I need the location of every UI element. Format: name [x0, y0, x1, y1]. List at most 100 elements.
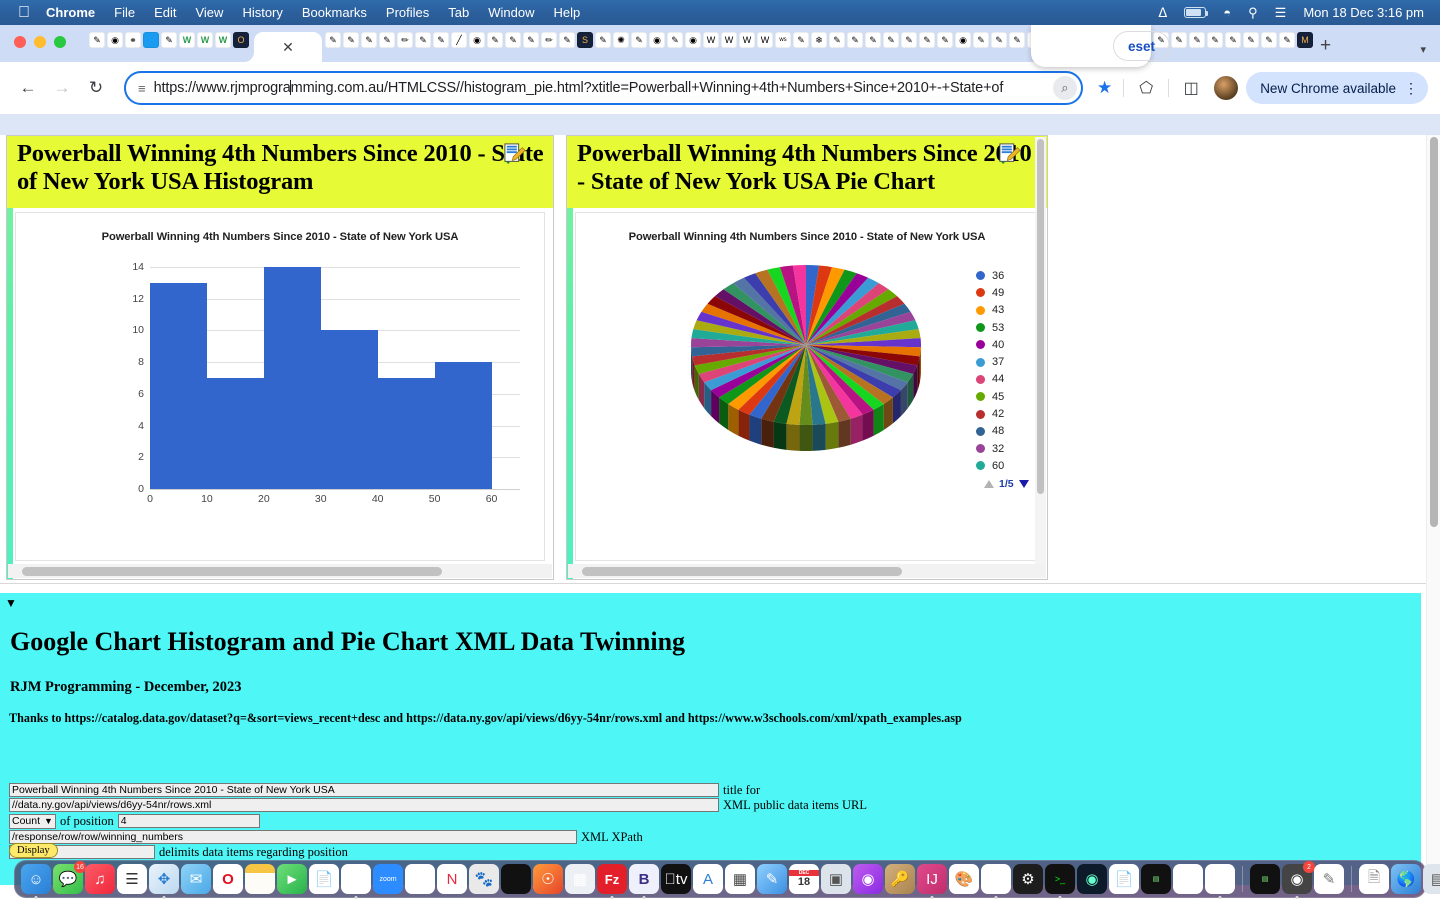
legend-item[interactable]: 49 — [976, 284, 1004, 301]
dock-calendar-icon[interactable]: DEC 18 — [789, 864, 819, 894]
tab-favicon[interactable]: W — [739, 32, 755, 48]
menu-item-bookmarks[interactable]: Bookmarks — [302, 5, 367, 20]
pinned-tabs-group[interactable]: ✎ ◉ ⚭ ✎ W W W O — [88, 25, 250, 62]
legend-prev-icon[interactable] — [984, 480, 994, 488]
tab-favicon[interactable]: ◉ — [469, 32, 485, 48]
tab-search-button[interactable]: ▾ — [1420, 43, 1426, 56]
tab-favicon[interactable]: ◉ — [107, 32, 123, 48]
dock-keychain-icon[interactable]: 🔑 — [885, 864, 915, 894]
tab-favicon[interactable]: ✎ — [1261, 32, 1277, 48]
dock-terminal-icon[interactable] — [501, 864, 531, 894]
histogram-bar[interactable] — [434, 362, 492, 489]
tab-favicon[interactable]: ✏ — [541, 32, 557, 48]
menu-item-help[interactable]: Help — [554, 5, 581, 20]
dock-firefox-icon[interactable]: ☉ — [533, 864, 563, 894]
forward-button[interactable]: → — [46, 72, 78, 104]
dock-messages-icon[interactable]: 💬 16 — [53, 861, 86, 894]
dock-zoom-icon[interactable]: zoom — [373, 864, 403, 894]
battery-icon[interactable] — [1184, 7, 1209, 18]
new-tab-button[interactable]: + — [1320, 35, 1331, 57]
dock-document-icon[interactable]: 📄 — [1109, 864, 1139, 894]
histogram-bars[interactable] — [150, 267, 492, 489]
collapse-toggle-icon[interactable]: ▼ — [5, 597, 17, 609]
menu-item-file[interactable]: File — [114, 5, 135, 20]
tab-favicon[interactable]: ✎ — [919, 32, 935, 48]
legend-item[interactable]: 45 — [976, 388, 1004, 405]
dock-news-icon[interactable]: N — [437, 864, 467, 894]
dock-filezilla-icon[interactable]: Fz — [597, 864, 627, 899]
menu-item-tab[interactable]: Tab — [448, 5, 469, 20]
tab-favicon[interactable]: ✎ — [1279, 32, 1295, 48]
tab-favicon[interactable]: ✎ — [1189, 32, 1205, 48]
maximize-window-button[interactable] — [54, 36, 66, 48]
dock-tooth-icon[interactable]: ☗ — [1205, 864, 1235, 899]
address-bar[interactable]: ≡ https://www.rjmprogramming.com.au/HTML… — [124, 71, 1083, 105]
tab-favicon[interactable]: ⚭ — [125, 32, 141, 48]
legend-item[interactable]: 37 — [976, 353, 1004, 370]
histogram-bar[interactable] — [377, 378, 435, 489]
tab-favicon[interactable]: ◉ — [685, 32, 701, 48]
xpath-input[interactable]: /response/row/row/winning_numbers — [9, 830, 577, 844]
position-input[interactable]: 4 — [117, 814, 260, 828]
tab-favicon[interactable]: ws — [775, 32, 791, 48]
frame-vertical-scrollbar[interactable] — [1035, 137, 1046, 564]
pie-chart-svg[interactable] — [689, 257, 923, 462]
menu-item-chrome[interactable]: Chrome — [46, 5, 95, 20]
histogram-bar[interactable] — [206, 378, 264, 489]
tab-favicon[interactable]: ✎ — [829, 32, 845, 48]
dock-podcasts-icon[interactable]: ◉ — [853, 864, 883, 894]
zoom-indicator-icon[interactable]: ⌕ — [1052, 76, 1077, 100]
dock-paint-icon[interactable]: 🎨 — [949, 864, 979, 894]
profile-avatar[interactable] — [1214, 76, 1239, 100]
tab-favicon[interactable]: ✎ — [379, 32, 395, 48]
address-bar-text[interactable]: https://www.rjmprogramming.com.au/HTMLCS… — [154, 80, 1045, 96]
dock-reminders-icon[interactable]: ☰ — [117, 864, 147, 894]
tab-favicon[interactable]: ✎ — [89, 32, 105, 48]
edit-note-icon[interactable] — [504, 143, 526, 165]
tab-favicon[interactable]: W — [703, 32, 719, 48]
tab-favicon[interactable]: ✎ — [161, 32, 177, 48]
dock-launchpad-icon[interactable]: ▦ — [565, 864, 595, 894]
dock-mail-icon[interactable]: ✉ — [181, 864, 211, 894]
dock-bbedit-icon[interactable]: B — [629, 864, 659, 899]
tab-favicon[interactable]: ✎ — [991, 32, 1007, 48]
dock-terminal2-icon[interactable]: >_ — [1045, 864, 1075, 899]
tab-favicon[interactable]: ✎ — [343, 32, 359, 48]
dock-appletv-icon[interactable]: tv — [661, 864, 691, 894]
menu-item-window[interactable]: Window — [488, 5, 534, 20]
tab-favicon[interactable]: ✎ — [559, 32, 575, 48]
tab-favicon[interactable]: O — [233, 32, 249, 48]
tab-favicon[interactable]: ✎ — [505, 32, 521, 48]
tab-favicon[interactable]: ✎ — [1171, 32, 1187, 48]
control-center-icon[interactable]: ☰ — [1275, 5, 1287, 21]
tab-favicon[interactable]: ✎ — [937, 32, 953, 48]
dock-screenshot-icon[interactable]: ◉ 2 — [1282, 861, 1315, 899]
xml-url-input[interactable]: //data.ny.gov/api/views/d6yy-54nr/rows.x… — [9, 798, 719, 812]
tab-favicon[interactable]: ✎ — [865, 32, 881, 48]
legend-pager[interactable]: 1/5 — [984, 478, 1029, 490]
dock-pages-icon[interactable]: 📄 — [309, 864, 339, 894]
back-button[interactable]: ← — [12, 72, 44, 104]
dock-window-stack-icon[interactable]: ▤ — [1423, 864, 1440, 894]
dock-safari-icon[interactable]: ✥ — [149, 864, 179, 899]
dock-appstore-icon[interactable]: A — [693, 864, 723, 894]
tab-favicon[interactable]: M — [1297, 32, 1313, 48]
bluetooth-icon[interactable]: ᐃ — [1158, 5, 1167, 21]
tab-favicon[interactable]: ✎ — [523, 32, 539, 48]
tab-favicon[interactable]: W — [215, 32, 231, 48]
update-chrome-button[interactable]: New Chrome available ⋮ — [1246, 72, 1428, 104]
legend-item[interactable]: 32 — [976, 440, 1004, 457]
site-settings-icon[interactable]: ≡ — [138, 81, 146, 96]
bookmark-star-icon[interactable]: ★ — [1097, 78, 1112, 98]
legend-item[interactable]: 60 — [976, 457, 1004, 474]
window-controls[interactable] — [14, 36, 66, 48]
dock-chrome-icon[interactable]: ◉ — [981, 864, 1011, 899]
close-tab-icon[interactable]: ✕ — [282, 40, 294, 54]
dock-contacts-icon[interactable]: ▣ — [821, 864, 851, 894]
reload-button[interactable]: ↻ — [80, 72, 112, 104]
tab-favicon[interactable]: ╱ — [451, 32, 467, 48]
tab-favicon[interactable]: ✎ — [883, 32, 899, 48]
tab-favicon[interactable]: ✎ — [793, 32, 809, 48]
dock-recent-console-icon[interactable]: ▤ — [1250, 864, 1280, 894]
tab-favicon[interactable]: ✎ — [1243, 32, 1259, 48]
